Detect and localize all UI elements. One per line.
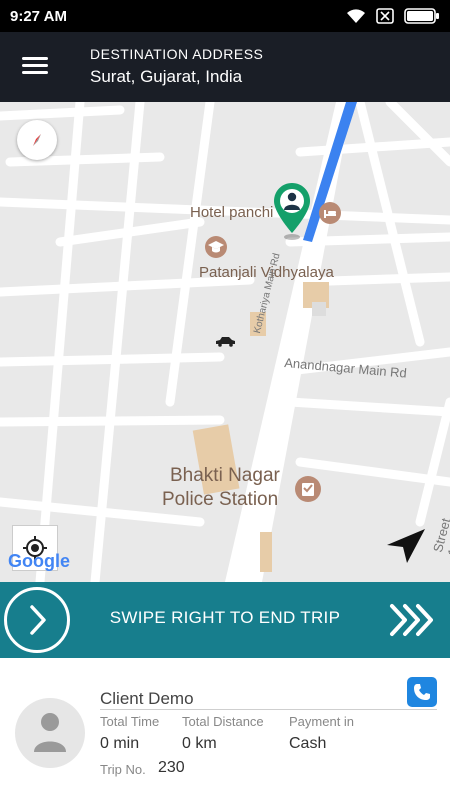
trip-number-value: 230: [158, 759, 185, 776]
call-button[interactable]: [407, 677, 437, 707]
menu-icon-line: [22, 57, 48, 60]
triple-chevron-right-icon: [390, 604, 433, 636]
trip-details-panel: Client Demo Total Time 0 min Total Dista…: [0, 658, 450, 800]
payment-label: Payment in: [289, 714, 355, 729]
map-view[interactable]: Hotel panchi Patanjali Vidhyalaya Kothar…: [0, 102, 450, 582]
status-time: 9:27 AM: [10, 7, 67, 25]
destination-address: Surat, Gujarat, India: [90, 67, 243, 86]
destination-label: DESTINATION ADDRESS: [90, 46, 264, 62]
status-bar: 9:27 AM: [0, 0, 450, 32]
total-distance-value: 0 km: [182, 735, 217, 752]
google-logo: Google: [8, 551, 70, 571]
hotel-label: Hotel panchi: [190, 204, 274, 221]
client-avatar: [15, 698, 85, 768]
swipe-to-end-trip-bar[interactable]: SWIPE RIGHT TO END TRIP: [0, 582, 450, 658]
police-label-line1: Bhakti Nagar: [170, 465, 280, 486]
wifi-icon: [347, 9, 365, 23]
battery-icon: [404, 8, 439, 24]
total-time-value: 0 min: [100, 735, 140, 752]
status-icons: [346, 8, 440, 24]
police-label-line2: Police Station: [162, 489, 279, 510]
school-icon[interactable]: [204, 235, 228, 259]
swipe-handle[interactable]: [4, 587, 70, 653]
no-sim-icon: [376, 8, 394, 24]
app-header: DESTINATION ADDRESS Surat, Gujarat, Indi…: [0, 32, 450, 102]
divider: [100, 709, 437, 710]
compass-icon: [33, 134, 41, 146]
trip-number-label: Trip No.: [100, 762, 146, 777]
total-time-label: Total Time: [100, 714, 160, 729]
destination-pin-icon[interactable]: [271, 181, 313, 241]
phone-icon: [414, 684, 430, 700]
car-icon: [216, 337, 235, 347]
client-name: Client Demo: [100, 689, 194, 708]
menu-icon-line: [22, 64, 48, 67]
chevron-right-icon: [30, 605, 46, 635]
police-station-icon[interactable]: [294, 475, 322, 503]
hotel-icon[interactable]: [318, 201, 342, 225]
total-distance-label: Total Distance: [182, 714, 264, 729]
navigation-arrow-icon: [387, 529, 425, 563]
payment-value: Cash: [289, 735, 327, 752]
menu-button[interactable]: [18, 54, 52, 80]
menu-icon-line: [22, 71, 48, 74]
compass-button[interactable]: [17, 120, 57, 160]
person-icon: [34, 713, 66, 752]
